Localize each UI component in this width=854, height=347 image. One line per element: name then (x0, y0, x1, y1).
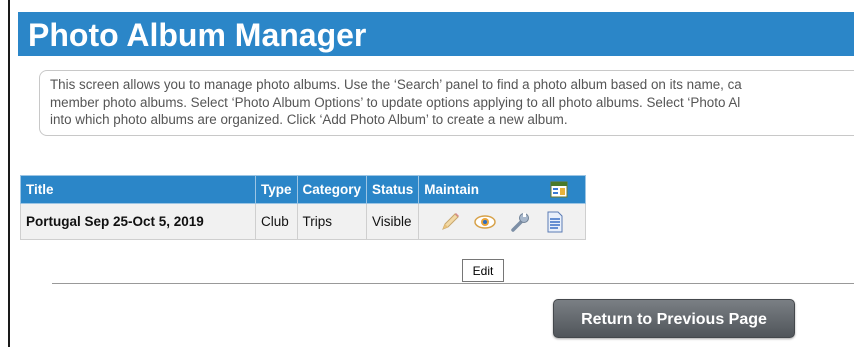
column-header-category: Category (296, 175, 368, 204)
table-header-row: Title Type Category Status Maintain (20, 175, 587, 204)
album-title[interactable]: Portugal Sep 25-Oct 5, 2019 (20, 203, 256, 240)
info-line: This screen allows you to manage photo a… (50, 77, 742, 92)
column-header-title: Title (20, 175, 256, 204)
settings-wrench-icon[interactable] (508, 210, 532, 234)
document-icon[interactable] (543, 210, 567, 234)
view-icon[interactable] (473, 210, 497, 234)
maintain-label: Maintain (424, 182, 480, 197)
column-header-maintain: Maintain (418, 175, 587, 204)
edit-tooltip: Edit (462, 259, 504, 282)
divider (52, 283, 854, 284)
album-status: Visible (366, 203, 420, 240)
album-type: Club (255, 203, 298, 240)
info-panel: This screen allows you to manage photo a… (39, 70, 854, 136)
return-button[interactable]: Return to Previous Page (553, 299, 795, 338)
album-category: Trips (296, 203, 368, 240)
column-header-status: Status (366, 175, 420, 204)
table-row: Portugal Sep 25-Oct 5, 2019 Club Trips V… (20, 203, 587, 240)
info-line: into which photo albums are organized. C… (50, 112, 568, 127)
column-header-type: Type (255, 175, 298, 204)
edit-icon[interactable] (438, 210, 462, 234)
page-title: Photo Album Manager (18, 12, 854, 56)
left-border (8, 0, 10, 347)
maintain-actions (418, 203, 587, 240)
columns-icon[interactable] (550, 181, 568, 201)
albums-table: Title Type Category Status Maintain Port… (20, 175, 587, 240)
info-line: member photo albums. Select ‘Photo Album… (50, 94, 741, 110)
